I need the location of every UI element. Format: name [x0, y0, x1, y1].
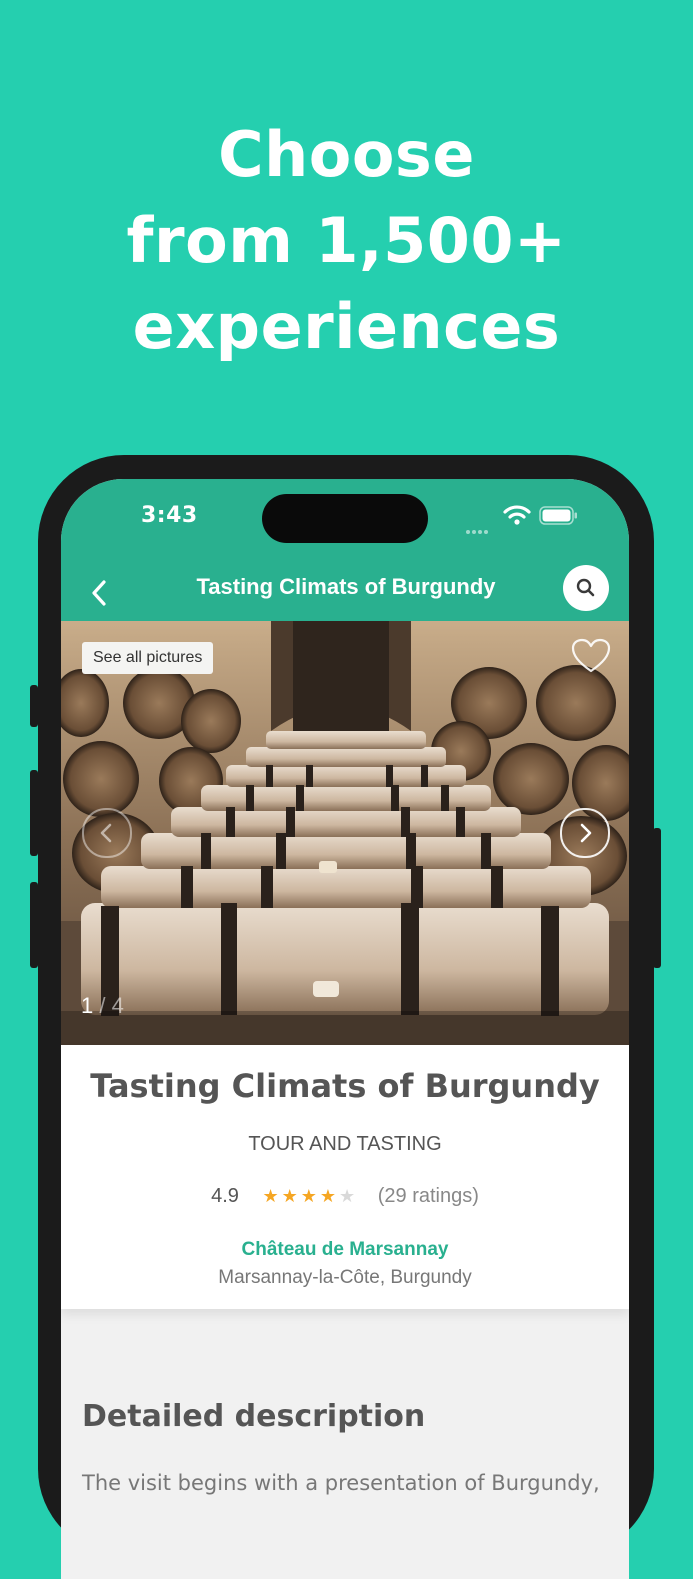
- wine-cellar-photo: [61, 621, 629, 1045]
- star-filled-icon: ★: [262, 1186, 282, 1206]
- photo-counter-separator: /: [93, 993, 112, 1018]
- phone-mute-switch: [30, 685, 38, 727]
- experience-card: Tasting Climats of Burgundy TOUR AND TAS…: [61, 1045, 629, 1309]
- chevron-left-icon: [100, 823, 112, 843]
- phone-power-button: [653, 828, 661, 968]
- star-filled-icon: ★: [300, 1186, 320, 1206]
- promo-line-1: Choose: [218, 118, 475, 191]
- rating-row[interactable]: 4.9 ★★★★★ (29 ratings): [61, 1185, 629, 1208]
- promo-headline: Choose from 1,500+ experiences: [0, 112, 693, 370]
- description-text: The visit begins with a presentation of …: [82, 1471, 600, 1495]
- phone-screen: 3:43 Tasting Climats of Burgundy See all…: [61, 479, 629, 1579]
- rating-value: 4.9: [211, 1185, 239, 1207]
- promo-line-2: from 1,500+: [126, 204, 567, 277]
- status-time: 3:43: [141, 503, 198, 528]
- nav-bar: Tasting Climats of Burgundy: [61, 565, 629, 621]
- signal-icon: [466, 519, 494, 534]
- search-icon: [576, 578, 595, 597]
- promo-line-3: experiences: [132, 290, 561, 363]
- description-heading: Detailed description: [82, 1399, 426, 1434]
- estate-link[interactable]: Château de Marsannay: [61, 1239, 629, 1261]
- search-button[interactable]: [563, 565, 609, 611]
- chevron-right-icon: [580, 823, 592, 843]
- heart-icon[interactable]: [570, 637, 612, 675]
- star-empty-icon: ★: [339, 1186, 359, 1206]
- next-photo-button[interactable]: [560, 808, 610, 858]
- photo-counter: 1 / 4: [81, 993, 124, 1019]
- battery-icon: [539, 506, 577, 525]
- phone-volume-down: [30, 882, 38, 968]
- location-text: Marsannay-la-Côte, Burgundy: [218, 1267, 472, 1288]
- nav-title: Tasting Climats of Burgundy: [196, 574, 496, 599]
- experience-title: Tasting Climats of Burgundy: [90, 1067, 600, 1105]
- wifi-icon: [503, 505, 531, 525]
- experience-category: TOUR AND TASTING: [248, 1133, 442, 1155]
- photo-counter-total: 4: [111, 993, 124, 1018]
- star-filled-icon: ★: [281, 1186, 301, 1206]
- status-bar: 3:43: [61, 479, 629, 565]
- chevron-left-icon[interactable]: [85, 574, 113, 612]
- photo-counter-current: 1: [81, 993, 94, 1018]
- gallery-photo[interactable]: See all pictures 1 / 4: [61, 621, 629, 1045]
- phone-volume-up: [30, 770, 38, 856]
- dynamic-island: [262, 494, 428, 543]
- previous-photo-button[interactable]: [82, 808, 132, 858]
- see-all-pictures-button[interactable]: See all pictures: [82, 642, 214, 674]
- rating-stars: ★★★★★: [262, 1186, 358, 1207]
- ratings-count: (29 ratings): [377, 1185, 479, 1207]
- star-filled-icon: ★: [319, 1186, 340, 1206]
